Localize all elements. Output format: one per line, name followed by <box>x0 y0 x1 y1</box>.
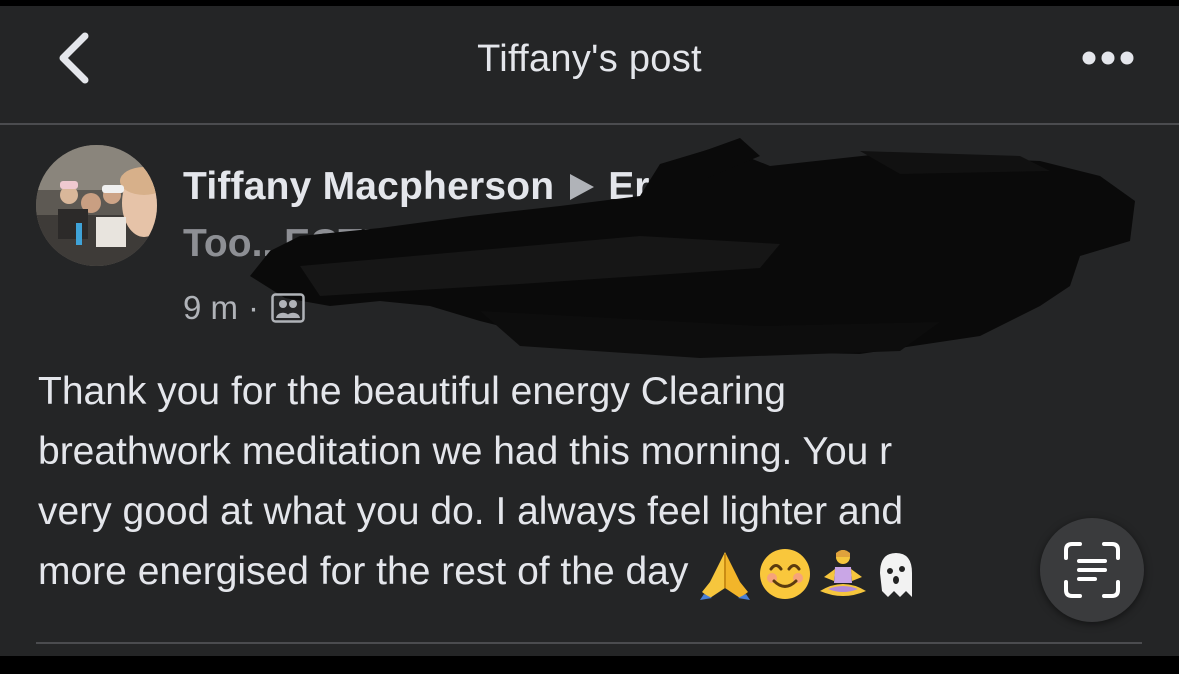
text-scan-icon <box>1064 542 1120 598</box>
group-name-continued[interactable]: Too...ECTIONS USt... <box>183 222 568 266</box>
post-body: Thank you for the beautiful energy Clear… <box>38 362 1118 602</box>
emoji-row <box>696 547 918 601</box>
more-options-button[interactable] <box>1076 38 1140 78</box>
post-line-2: breathwork meditation we had this mornin… <box>38 430 893 473</box>
smiling-face-icon <box>760 548 811 599</box>
avatar-photo <box>36 145 157 266</box>
post-line-3: very good at what you do. I always feel … <box>38 490 904 533</box>
group-audience-icon <box>271 293 305 323</box>
folded-hands-icon <box>700 551 751 600</box>
more-horizontal-icon <box>1082 51 1134 65</box>
meta-separator: · <box>248 289 260 326</box>
group-name[interactable]: Er <box>608 165 649 209</box>
post-meta: 9 m · <box>183 289 305 327</box>
header-bar: Tiffany's post <box>0 6 1179 123</box>
post-line-4-wrap: more energised for the rest of the day <box>38 542 1118 602</box>
person-in-lotus-position-icon <box>820 549 867 596</box>
author-avatar[interactable] <box>36 145 157 266</box>
ghost-icon <box>880 552 913 597</box>
author-line: Tiffany Macpherson Er <box>183 162 650 212</box>
live-text-button[interactable] <box>1040 518 1144 622</box>
author-name[interactable]: Tiffany Macpherson <box>183 165 554 209</box>
header-divider <box>0 123 1179 125</box>
page-title: Tiffany's post <box>477 38 702 80</box>
post-divider <box>36 642 1142 644</box>
post-screen: Tiffany's post Tiffany Macpherson Er Too… <box>0 6 1179 656</box>
post-line-1: Thank you for the beautiful energy Clear… <box>38 370 786 413</box>
arrow-right-icon <box>570 174 595 200</box>
post-line-4: more energised for the rest of the day <box>38 550 689 593</box>
post-time[interactable]: 9 m <box>183 289 238 327</box>
